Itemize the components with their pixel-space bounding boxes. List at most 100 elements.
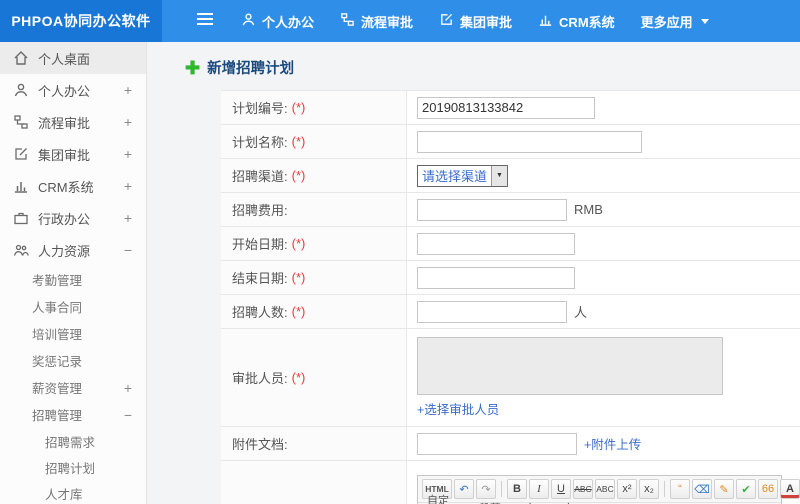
- edit-square-icon: [439, 12, 454, 30]
- home-icon: [13, 50, 29, 66]
- form-row-headcount: 招聘人数: (*) 人: [221, 295, 800, 329]
- hamburger-icon: [196, 12, 214, 31]
- sidebar-item-recruit-demand[interactable]: 招聘需求: [0, 428, 146, 454]
- sidebar-item-personal-office[interactable]: 个人办公 +: [0, 74, 146, 106]
- sidebar-item-reward-punishment[interactable]: 奖惩记录: [0, 347, 146, 374]
- channel-select[interactable]: 请选择渠道 ▼: [417, 164, 509, 187]
- required-mark: (*): [291, 370, 306, 385]
- start-date-input[interactable]: [417, 232, 575, 255]
- format-brush-button[interactable]: ✎: [714, 479, 734, 499]
- sidebar-item-workflow-approval[interactable]: 流程审批 +: [0, 106, 146, 138]
- field-cell: [407, 91, 800, 124]
- italic-button[interactable]: I: [529, 479, 549, 499]
- label-text: 附件文档:: [232, 437, 288, 452]
- plan-name-input[interactable]: [417, 130, 642, 153]
- label-text: 招聘渠道:: [232, 169, 288, 184]
- choose-approver-link[interactable]: +选择审批人员: [417, 399, 499, 418]
- field-cell: [407, 227, 800, 260]
- sidebar-item-personnel-contract[interactable]: 人事合同: [0, 293, 146, 320]
- sidebar-item-crm-system[interactable]: CRM系统 +: [0, 170, 146, 202]
- plus-icon: ✚: [185, 57, 201, 78]
- quote-button[interactable]: 66: [758, 479, 778, 499]
- label-text: 开始日期:: [232, 237, 288, 252]
- attachment-input[interactable]: [417, 432, 577, 455]
- expand-indicator[interactable]: +: [124, 83, 132, 97]
- required-mark: (*): [291, 304, 306, 319]
- nav-item-group-approval[interactable]: 集团审批: [426, 0, 525, 42]
- nav-label: 个人办公: [262, 14, 315, 30]
- bold-button[interactable]: B: [507, 479, 527, 499]
- topbar: PHPOA协同办公软件 个人办公 流程审批 集团审批 CRM系统 更多应用: [0, 0, 800, 42]
- field-cell: RMB: [407, 193, 800, 226]
- check-button[interactable]: ✔: [736, 479, 756, 499]
- field-label: 招聘人数: (*): [221, 295, 407, 328]
- end-date-input[interactable]: [417, 266, 575, 289]
- superscript-button[interactable]: x²: [617, 479, 637, 499]
- sidebar-subitem-label: 奖惩记录: [32, 355, 83, 369]
- form-row-end-date: 结束日期: (*): [221, 261, 800, 295]
- sidebar-item-talent-pool[interactable]: 人才库: [0, 480, 146, 504]
- plan-no-input[interactable]: [417, 96, 595, 119]
- sidebar-subitem-label: 培训管理: [32, 328, 83, 342]
- expand-indicator[interactable]: +: [124, 179, 132, 193]
- required-mark: (*): [291, 134, 306, 149]
- nav-item-more-apps[interactable]: 更多应用: [628, 0, 722, 42]
- nav-item-personal-office[interactable]: 个人办公: [228, 0, 327, 42]
- sidebar-item-human-resources[interactable]: 人力资源 −: [0, 234, 146, 266]
- expand-indicator[interactable]: +: [124, 381, 132, 395]
- sidebar-item-label: CRM系统: [38, 179, 94, 195]
- collapse-indicator[interactable]: −: [124, 408, 132, 422]
- field-cell: 人: [407, 295, 800, 328]
- sidebar-item-salary-mgmt[interactable]: 薪资管理 +: [0, 374, 146, 401]
- rich-text-editor-toolbar: HTML ↶ ↷ B I U ABC ABC x² x₂ “ ⌫ ✎ ✔ 66 …: [417, 475, 800, 504]
- attachment-upload-link[interactable]: +附件上传: [584, 434, 641, 453]
- page-title: ✚ 新增招聘计划: [147, 42, 800, 90]
- people-icon: [13, 242, 29, 258]
- font-color-button[interactable]: A: [780, 479, 800, 499]
- expand-indicator[interactable]: +: [124, 115, 132, 129]
- headcount-input[interactable]: [417, 300, 567, 323]
- fee-input[interactable]: [417, 198, 567, 221]
- sidebar-subitem-label: 人才库: [45, 487, 83, 502]
- editor-toolbar-row-1: HTML ↶ ↷ B I U ABC ABC x² x₂ “ ⌫ ✎ ✔ 66 …: [418, 476, 800, 502]
- strikethrough-button[interactable]: ABC: [573, 479, 593, 499]
- recruit-plan-form: 计划编号: (*) 计划名称: (*) 招聘: [221, 90, 800, 504]
- label-text: 招聘人数:: [232, 305, 288, 320]
- field-label: 结束日期: (*): [221, 261, 407, 294]
- sidebar-item-training-mgmt[interactable]: 培训管理: [0, 320, 146, 347]
- sidebar-item-recruit-mgmt[interactable]: 招聘管理 −: [0, 401, 146, 428]
- field-label: 计划名称: (*): [221, 125, 407, 158]
- blockquote-button[interactable]: “: [670, 479, 690, 499]
- workflow-icon: [340, 12, 355, 30]
- edit-square-icon: [13, 146, 29, 162]
- redo-button[interactable]: ↷: [476, 479, 496, 499]
- field-label: 招聘费用:: [221, 193, 407, 226]
- approver-textarea[interactable]: [417, 337, 723, 395]
- person-icon: [241, 12, 256, 30]
- menu-toggle-button[interactable]: [188, 0, 222, 42]
- spellcheck-button[interactable]: ABC: [595, 479, 615, 499]
- form-row-fee: 招聘费用: RMB: [221, 193, 800, 227]
- nav-item-workflow-approval[interactable]: 流程审批: [327, 0, 426, 42]
- sidebar: 个人桌面 个人办公 + 流程审批 + 集团审批 + CRM系统 + 行政办公 +…: [0, 42, 147, 504]
- expand-indicator[interactable]: +: [124, 211, 132, 225]
- sidebar-subitem-label: 招聘管理: [32, 409, 83, 423]
- sidebar-item-recruit-plan[interactable]: 招聘计划: [0, 454, 146, 480]
- select-dropdown-icon: ▼: [491, 165, 508, 186]
- nav-item-crm-system[interactable]: CRM系统: [525, 0, 628, 42]
- expand-indicator[interactable]: +: [124, 147, 132, 161]
- eraser-button[interactable]: ⌫: [692, 479, 712, 499]
- label-text: 计划名称:: [232, 135, 288, 150]
- form-row-editor: HTML ↶ ↷ B I U ABC ABC x² x₂ “ ⌫ ✎ ✔ 66 …: [221, 461, 800, 504]
- field-cell: +选择审批人员: [407, 329, 800, 426]
- sidebar-item-attendance-mgmt[interactable]: 考勤管理: [0, 266, 146, 293]
- sidebar-item-admin-office[interactable]: 行政办公 +: [0, 202, 146, 234]
- sidebar-item-personal-desktop[interactable]: 个人桌面: [0, 42, 146, 74]
- form-row-approver: 审批人员: (*) +选择审批人员: [221, 329, 800, 427]
- subscript-button[interactable]: x₂: [639, 479, 659, 499]
- form-row-attachment: 附件文档: +附件上传: [221, 427, 800, 461]
- sidebar-item-group-approval[interactable]: 集团审批 +: [0, 138, 146, 170]
- underline-button[interactable]: U: [551, 479, 571, 499]
- app-logo: PHPOA协同办公软件: [0, 0, 162, 42]
- collapse-indicator[interactable]: −: [124, 243, 132, 257]
